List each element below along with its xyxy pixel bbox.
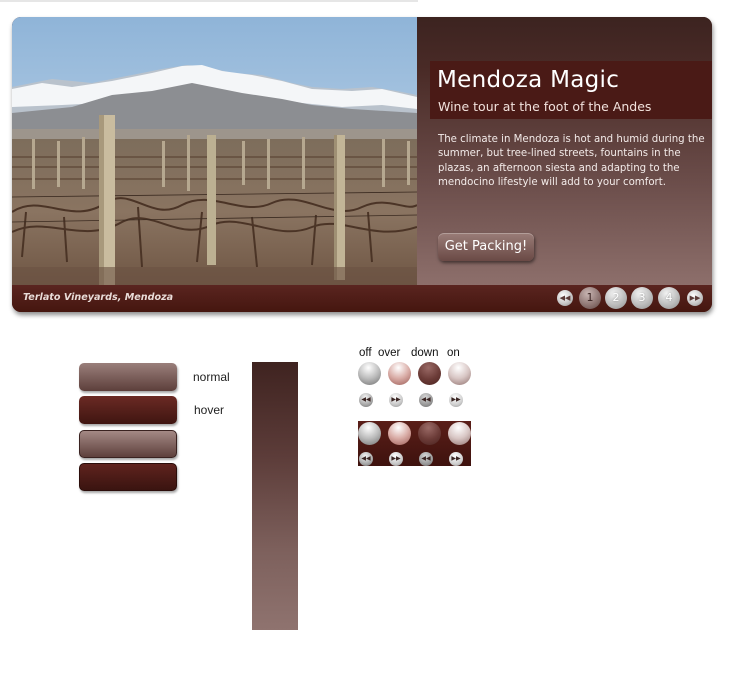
fast-forward-icon: ▶▶	[389, 393, 403, 407]
state-label-on: on	[447, 347, 460, 359]
ball-off-dark-sample	[358, 422, 381, 445]
rewind-icon: ◀◀	[419, 452, 433, 466]
state-label-down: down	[411, 347, 439, 359]
get-packing-button[interactable]: Get Packing!	[438, 233, 534, 261]
slider-footer: Terlato Vineyards, Mendoza ◀◀ 1 2 3 4 ▶▶	[12, 285, 712, 312]
state-label-hover: hover	[194, 403, 225, 417]
top-divider	[0, 0, 418, 2]
button-normal-sample	[79, 363, 177, 391]
page-button-4[interactable]: 4	[658, 287, 680, 309]
fast-forward-icon: ▶▶	[449, 393, 463, 407]
state-label-off: off	[359, 347, 372, 359]
ball-over-sample	[388, 362, 411, 385]
description-panel: Mendoza Magic Wine tour at the foot of t…	[417, 17, 712, 285]
state-label-normal: normal	[193, 370, 230, 384]
ball-off-sample	[358, 362, 381, 385]
fast-forward-icon: ▶▶	[389, 452, 403, 466]
button-hover-bordered-sample	[79, 463, 177, 491]
slide-subtitle: Wine tour at the foot of the Andes	[438, 99, 652, 114]
fast-forward-icon[interactable]: ▶▶	[687, 290, 703, 306]
ball-down-sample	[418, 362, 441, 385]
featured-slider: Mendoza Magic Wine tour at the foot of t…	[12, 17, 712, 312]
vineyard-andes-illustration	[12, 17, 417, 285]
button-hover-sample	[79, 396, 177, 424]
rewind-icon: ◀◀	[359, 393, 373, 407]
panel-gradient-swatch	[252, 362, 298, 630]
fast-forward-icon: ▶▶	[449, 452, 463, 466]
state-label-over: over	[378, 347, 401, 359]
ball-on-dark-sample	[448, 422, 471, 445]
page-button-2[interactable]: 2	[605, 287, 627, 309]
page-button-1[interactable]: 1	[579, 287, 601, 309]
rewind-icon: ◀◀	[419, 393, 433, 407]
rewind-icon: ◀◀	[359, 452, 373, 466]
slide-title: Mendoza Magic	[437, 67, 620, 93]
ball-down-dark-sample	[418, 422, 441, 445]
slide-description: The climate in Mendoza is hot and humid …	[438, 134, 705, 188]
photo-caption: Terlato Vineyards, Mendoza	[23, 292, 174, 303]
ball-over-dark-sample	[388, 422, 411, 445]
ball-on-sample	[448, 362, 471, 385]
rewind-icon[interactable]: ◀◀	[557, 290, 573, 306]
vineyard-photo	[12, 17, 417, 285]
page-button-3[interactable]: 3	[631, 287, 653, 309]
button-normal-bordered-sample	[79, 430, 177, 458]
